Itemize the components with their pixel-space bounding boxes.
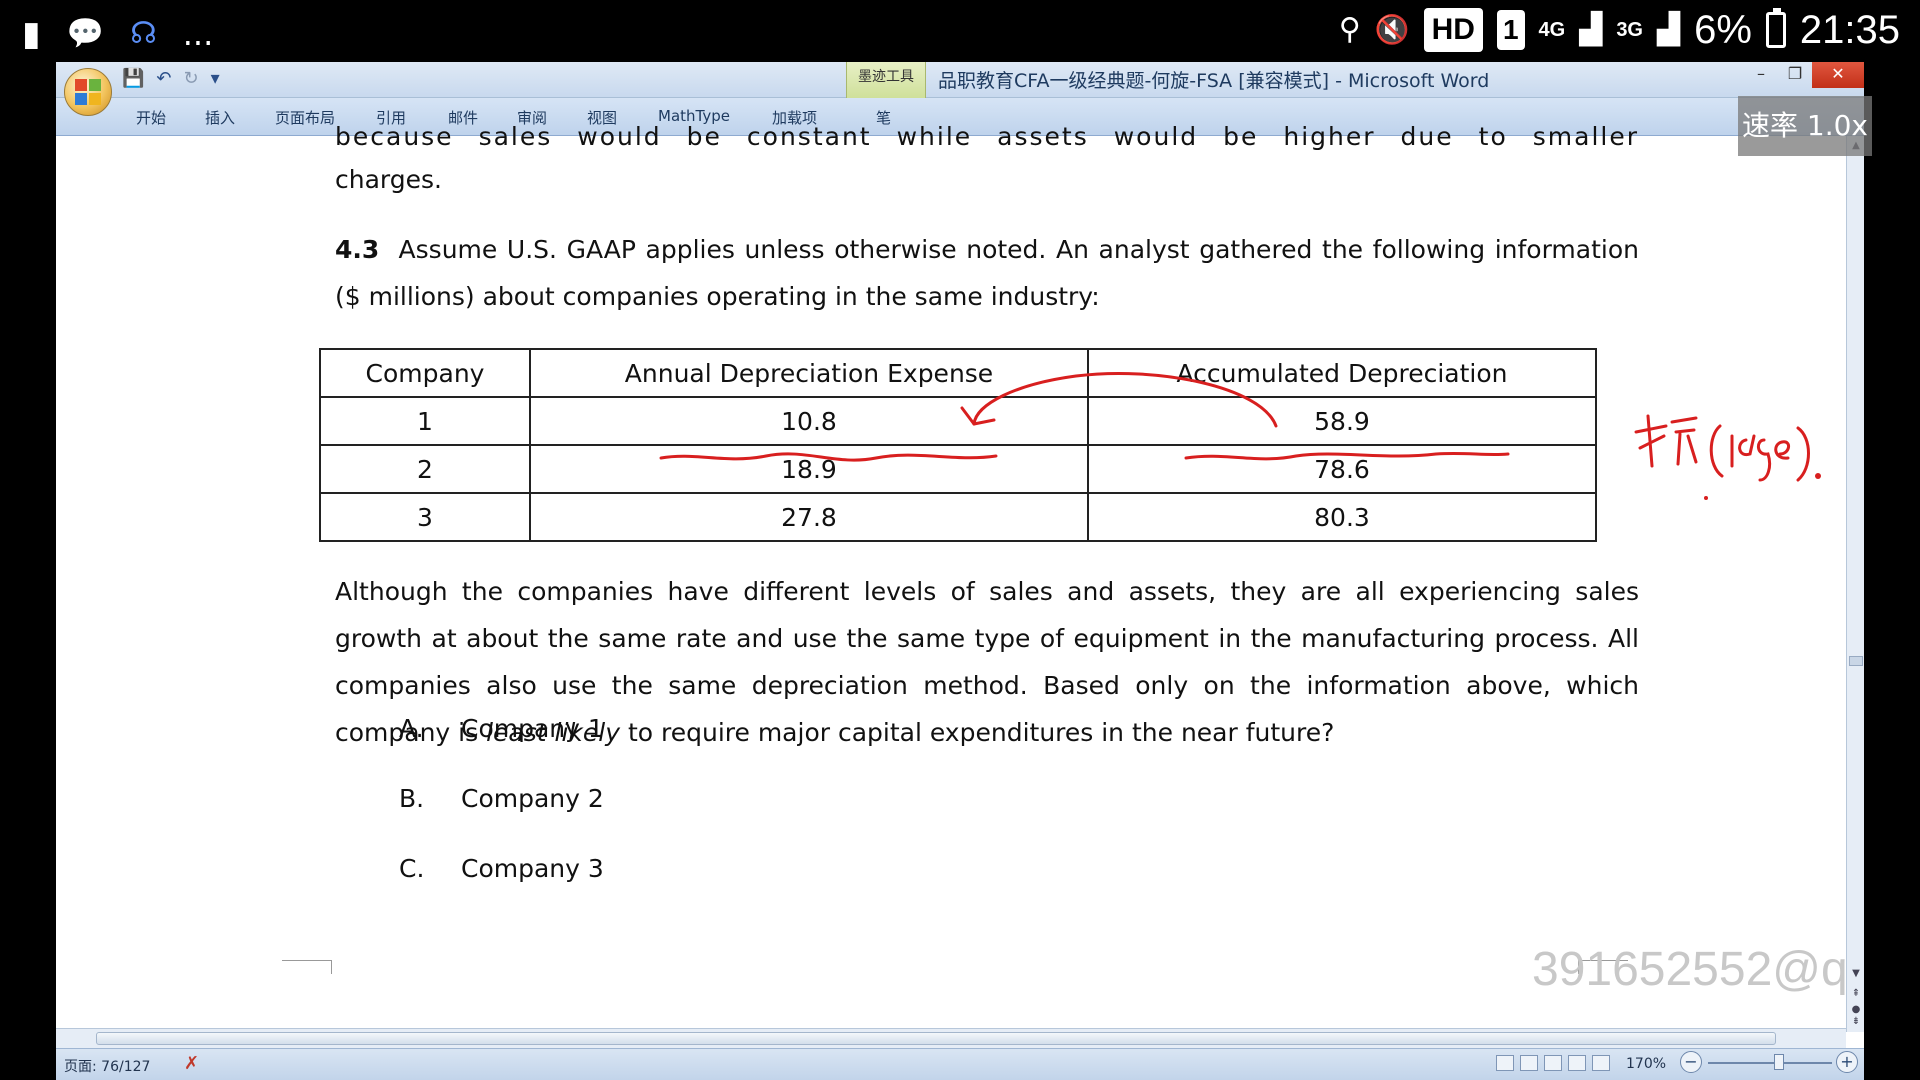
ink-note-hanzi	[1634, 414, 1698, 468]
alert-icon: ▮	[22, 14, 41, 54]
horizontal-scrollbar[interactable]	[56, 1028, 1846, 1048]
android-status-bar: ▮ 💬 ☊ ... ⚲ 🔇 HD 1 4G ▟ 3G ▟ 6% 21:35	[0, 0, 1920, 62]
document-page[interactable]: because sales would be constant while as…	[56, 122, 1864, 1028]
choice-a: A. Company 1	[399, 714, 604, 743]
ink-dot	[1704, 496, 1708, 500]
scroll-thumb[interactable]	[1849, 656, 1863, 666]
watermark-text: 391652552@qq.c	[1532, 943, 1864, 996]
playback-speed-overlay[interactable]: 速率 1.0x	[1738, 96, 1872, 156]
print-layout-view-icon[interactable]	[1496, 1055, 1514, 1071]
previous-line-cut: because sales would be constant while as…	[335, 122, 1639, 152]
depreciation-table: Company Annual Depreciation Expense Accu…	[319, 348, 1597, 542]
wechat-icon: 💬	[66, 16, 105, 51]
header-accumulated-depreciation: Accumulated Depreciation	[1087, 348, 1597, 398]
question-body-after: to require major capital expenditures in…	[620, 718, 1335, 747]
network-3g: 3G	[1616, 19, 1643, 41]
choice-b: B. Company 2	[399, 784, 604, 813]
table-row: 3 27.8 80.3	[319, 492, 1597, 542]
table-cell: 27.8	[529, 492, 1089, 542]
ink-dot	[1815, 473, 1821, 479]
ink-tools-context-tab: 墨迹工具	[846, 62, 926, 98]
table-cell: 1	[319, 396, 531, 446]
table-cell: 78.6	[1087, 444, 1597, 494]
restore-button[interactable]: ❐	[1778, 62, 1812, 88]
full-screen-reading-view-icon[interactable]	[1520, 1055, 1538, 1071]
choice-text: Company 1	[461, 714, 604, 743]
header-company: Company	[319, 348, 531, 398]
draft-view-icon[interactable]	[1592, 1055, 1610, 1071]
web-layout-view-icon[interactable]	[1544, 1055, 1562, 1071]
table-cell: 2	[319, 444, 531, 494]
office-button[interactable]	[64, 68, 112, 116]
quick-access-toolbar: 💾 ↶ ↻ ▾	[122, 68, 220, 90]
page-corner-mark-left	[282, 960, 332, 974]
question-paragraph: 4.3 Assume U.S. GAAP applies unless othe…	[335, 226, 1639, 320]
view-buttons	[1496, 1055, 1610, 1071]
save-icon[interactable]: 💾	[122, 68, 144, 90]
vertical-scrollbar[interactable]: ▲ ▼ ⇞ ● ⇟	[1846, 136, 1864, 1032]
table-cell: 10.8	[529, 396, 1089, 446]
redo-icon[interactable]: ↻	[184, 68, 199, 90]
table-row: 2 18.9 78.6	[319, 444, 1597, 494]
table-cell: 58.9	[1087, 396, 1597, 446]
choice-text: Company 2	[461, 784, 604, 813]
horizontal-scroll-thumb[interactable]	[96, 1032, 1776, 1045]
proofing-icon[interactable]: ✗	[184, 1053, 199, 1074]
word-window: 💾 ↶ ↻ ▾ 墨迹工具 品职教育CFA一级经典题-何旋-FSA [兼容模式] …	[56, 62, 1864, 1080]
close-button[interactable]: ✕	[1812, 62, 1864, 88]
next-page-icon[interactable]: ⇟	[1847, 1016, 1864, 1027]
tab-insert[interactable]: 插入	[205, 107, 235, 128]
signal-icon-1: ▟	[1579, 13, 1603, 46]
clock: 21:35	[1799, 7, 1900, 52]
choice-text: Company 3	[461, 854, 604, 883]
page-indicator[interactable]: 页面: 76/127	[64, 1056, 150, 1076]
network-4g: 4G	[1538, 19, 1566, 41]
battery-icon	[1765, 8, 1786, 48]
headset-icon: ☊	[130, 16, 157, 51]
browse-object-icon[interactable]: ●	[1847, 1004, 1864, 1015]
minimize-button[interactable]: –	[1744, 62, 1778, 88]
window-title: 品职教育CFA一级经典题-何旋-FSA [兼容模式] - Microsoft W…	[938, 70, 1490, 92]
table-row: 1 10.8 58.9	[319, 396, 1597, 446]
location-icon: ⚲	[1338, 13, 1361, 46]
prev-page-icon[interactable]: ⇞	[1847, 988, 1864, 999]
customize-toolbar-icon[interactable]: ▾	[211, 68, 220, 90]
zoom-slider-knob[interactable]	[1774, 1054, 1784, 1070]
choice-letter: B.	[399, 784, 425, 813]
title-bar: 💾 ↶ ↻ ▾ 墨迹工具 品职教育CFA一级经典题-何旋-FSA [兼容模式] …	[56, 62, 1864, 98]
zoom-in-button[interactable]: +	[1836, 1051, 1858, 1073]
zoom-level[interactable]: 170%	[1626, 1056, 1666, 1072]
zoom-slider-track[interactable]	[1708, 1062, 1832, 1064]
signal-icon-2: ▟	[1657, 13, 1681, 46]
zoom-out-button[interactable]: −	[1680, 1051, 1702, 1073]
battery-percent: 6%	[1694, 7, 1752, 52]
question-number: 4.3	[335, 235, 380, 264]
ink-note-age	[1709, 424, 1810, 482]
previous-paragraph-end: charges.	[335, 165, 442, 194]
choice-c: C. Company 3	[399, 854, 604, 883]
tab-page-layout[interactable]: 页面布局	[275, 107, 335, 128]
office-logo-icon	[75, 79, 101, 105]
table-header-row: Company Annual Depreciation Expense Accu…	[319, 348, 1597, 398]
choice-letter: C.	[399, 854, 425, 883]
window-controls: – ❐ ✕	[1744, 62, 1864, 90]
table-cell: 80.3	[1087, 492, 1597, 542]
header-annual-depreciation: Annual Depreciation Expense	[529, 348, 1089, 398]
sim-badge: 1	[1496, 10, 1525, 50]
table-cell: 3	[319, 492, 531, 542]
scroll-down-icon[interactable]: ▼	[1847, 968, 1864, 979]
table-cell: 18.9	[529, 444, 1089, 494]
more-notifications: ...	[182, 15, 214, 53]
word-status-bar: 页面: 76/127 ✗ 170% − +	[56, 1048, 1864, 1080]
outline-view-icon[interactable]	[1568, 1055, 1586, 1071]
undo-icon[interactable]: ↶	[156, 68, 171, 90]
vibrate-mute-icon: 🔇	[1374, 14, 1410, 45]
question-intro: Assume U.S. GAAP applies unless otherwis…	[335, 235, 1639, 311]
choice-letter: A.	[399, 714, 424, 743]
hd-badge: HD	[1423, 8, 1483, 52]
tab-home[interactable]: 开始	[136, 107, 166, 128]
